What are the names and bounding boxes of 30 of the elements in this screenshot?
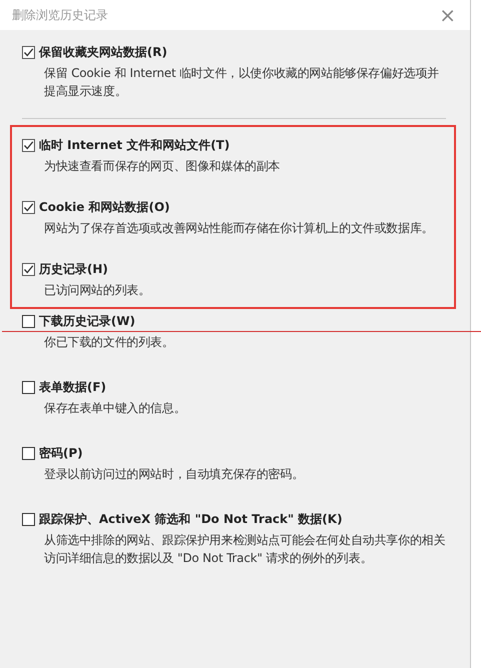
checkbox-label[interactable]: 跟踪保护、ActiveX 筛选和 "Do Not Track" 数据(K) — [39, 511, 342, 528]
option-description: 你已下载的文件的列表。 — [43, 334, 175, 351]
checkbox[interactable] — [22, 381, 35, 394]
checkbox[interactable] — [22, 139, 35, 152]
checkbox[interactable] — [22, 263, 35, 276]
check-icon — [23, 264, 34, 275]
option-description: 保留 Cookie 和 Internet 临时文件，以使你收藏的网站能够保存偏好选项并提高显示速度。 — [43, 65, 440, 100]
window-title: 删除浏览历史记录 — [12, 6, 108, 24]
option-description: 从筛选中排除的网站、跟踪保护用来检测站点可能会在何处自动共享你的相关访问详细信息的数据以及 "Do Not Track" 请求的例外的列表。 — [43, 532, 446, 567]
checkbox-label[interactable]: 保留收藏夹网站数据(R) — [39, 44, 168, 61]
checkbox-label[interactable]: 历史记录(H) — [39, 261, 108, 278]
checkbox-label[interactable]: 表单数据(F) — [39, 379, 106, 396]
option-description: 网站为了保存首选项或改善网站性能而存储在你计算机上的文件或数据库。 — [43, 220, 434, 237]
option-description: 已访问网站的列表。 — [43, 282, 152, 299]
checkbox-label[interactable]: 临时 Internet 文件和网站文件(T) — [39, 137, 230, 154]
checkbox-label[interactable]: 下载历史记录(W) — [39, 313, 136, 330]
checkbox[interactable] — [22, 201, 35, 214]
option-description: 保存在表单中键入的信息。 — [43, 400, 187, 417]
checkbox[interactable] — [22, 315, 35, 328]
option-description: 登录以前访问过的网站时，自动填充保存的密码。 — [43, 466, 305, 483]
check-icon — [23, 140, 34, 151]
close-button[interactable]: × — [435, 5, 460, 25]
checkbox[interactable] — [22, 513, 35, 526]
checkbox-label[interactable]: 密码(P) — [39, 445, 83, 462]
checkbox-label[interactable]: Cookie 和网站数据(O) — [39, 199, 170, 216]
checkbox[interactable] — [22, 46, 35, 59]
check-icon — [23, 47, 34, 58]
checkbox[interactable] — [22, 447, 35, 460]
option-description: 为快速查看而保存的网页、图像和媒体的副本 — [43, 158, 282, 175]
check-icon — [23, 202, 34, 213]
